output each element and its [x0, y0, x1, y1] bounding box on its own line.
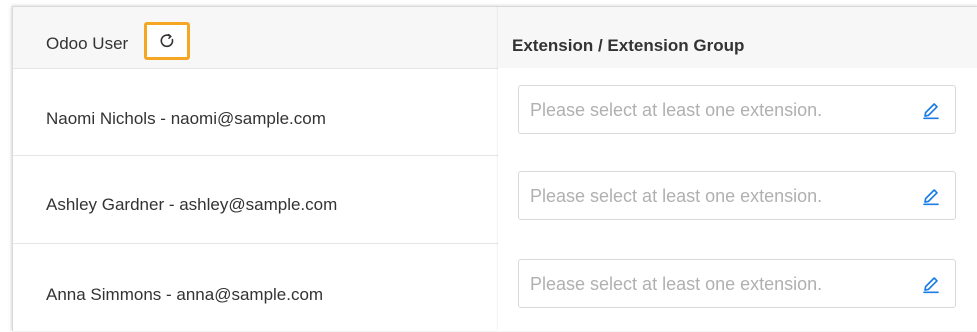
- extension-select-field[interactable]: Please select at least one extension.: [518, 259, 956, 308]
- odoo-user-header: Odoo User: [13, 7, 499, 69]
- odoo-user-name: Ashley Gardner - ashley@sample.com: [46, 195, 338, 214]
- table-row: Naomi Nichols - naomi@sample.com: [13, 68, 499, 156]
- extension-placeholder: Please select at least one extension.: [530, 100, 823, 120]
- extension-column: Extension / Extension Group Please selec…: [498, 6, 977, 331]
- pencil-icon[interactable]: [921, 100, 941, 120]
- refresh-users-button[interactable]: [144, 22, 190, 60]
- odoo-user-name: Naomi Nichols - naomi@sample.com: [46, 109, 326, 128]
- extension-header-label: Extension / Extension Group: [512, 36, 745, 55]
- table-row: Ashley Gardner - ashley@sample.com: [13, 156, 499, 244]
- extension-select-field[interactable]: Please select at least one extension.: [518, 171, 956, 220]
- odoo-user-column: Odoo User Naomi Nichols - naomi@sample.c…: [12, 6, 499, 331]
- pencil-icon[interactable]: [921, 186, 941, 206]
- extension-select-field[interactable]: Please select at least one extension.: [518, 85, 956, 134]
- user-extension-mapping: Odoo User Naomi Nichols - naomi@sample.c…: [0, 0, 977, 331]
- pencil-icon[interactable]: [921, 274, 941, 294]
- extension-placeholder: Please select at least one extension.: [530, 274, 823, 294]
- table-row: Anna Simmons - anna@sample.com: [13, 244, 499, 332]
- odoo-user-name: Anna Simmons - anna@sample.com: [46, 285, 324, 304]
- refresh-icon: [160, 33, 174, 48]
- extension-header: Extension / Extension Group: [498, 7, 977, 68]
- extension-placeholder: Please select at least one extension.: [530, 186, 823, 206]
- odoo-user-header-label: Odoo User: [46, 34, 129, 53]
